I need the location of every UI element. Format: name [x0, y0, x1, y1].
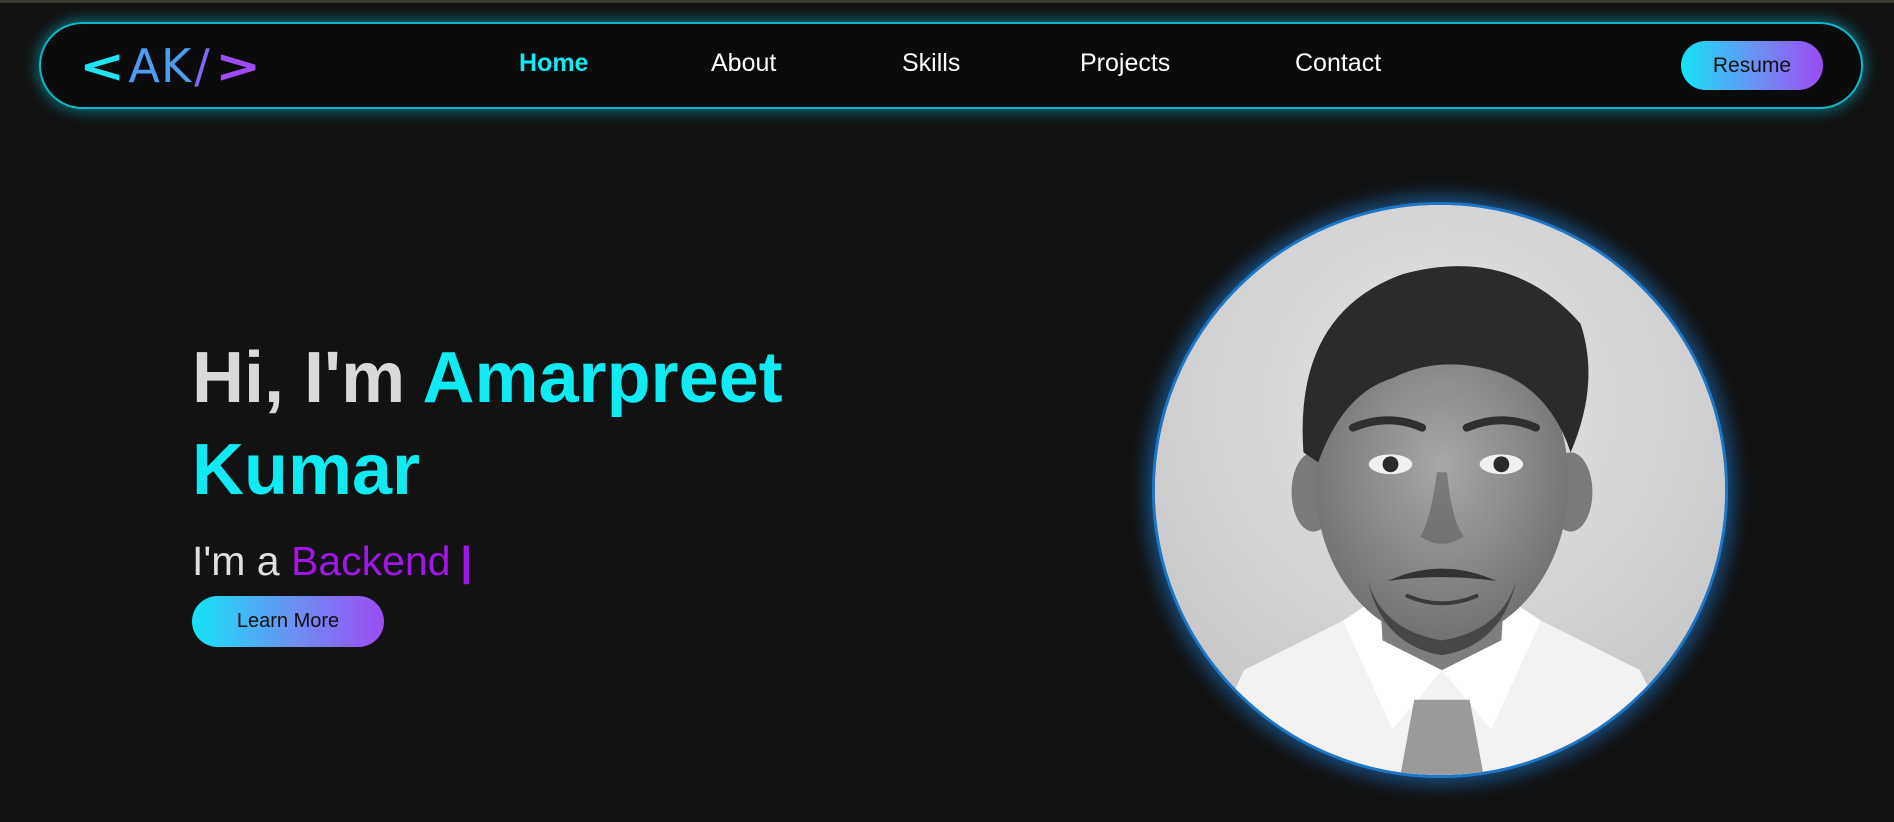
- hero-first-name: Amarpreet: [422, 338, 783, 418]
- window-top-edge: [0, 0, 1894, 3]
- logo-initials: AK: [128, 39, 193, 93]
- logo-right-bracket: >: [214, 39, 263, 93]
- logo-slash: /: [194, 39, 211, 93]
- nav-link-skills[interactable]: Skills: [902, 49, 960, 81]
- profile-photo: [1152, 202, 1728, 778]
- hero-greeting: Hi, I'm: [192, 338, 406, 418]
- navbar: < AK / > Home About Skills Projects Cont…: [39, 22, 1863, 109]
- resume-button[interactable]: Resume: [1681, 41, 1823, 90]
- hero-title: Hi, I'm Amarpreet Kumar: [192, 332, 912, 516]
- profile-portrait-image: [1155, 205, 1725, 775]
- hero-last-name: Kumar: [192, 430, 421, 510]
- learn-more-button[interactable]: Learn More: [192, 596, 384, 647]
- nav-link-projects[interactable]: Projects: [1080, 49, 1170, 81]
- role-prefix: I'm a: [192, 538, 280, 584]
- nav-link-contact[interactable]: Contact: [1295, 49, 1381, 81]
- hero-subtitle: I'm a Backend |: [192, 538, 472, 594]
- nav-link-home[interactable]: Home: [519, 49, 588, 81]
- logo-left-bracket: <: [79, 39, 127, 93]
- typing-cursor: |: [460, 538, 473, 584]
- logo[interactable]: < AK / >: [79, 38, 261, 94]
- role-text: Backend: [290, 538, 451, 584]
- nav-link-about[interactable]: About: [711, 49, 776, 81]
